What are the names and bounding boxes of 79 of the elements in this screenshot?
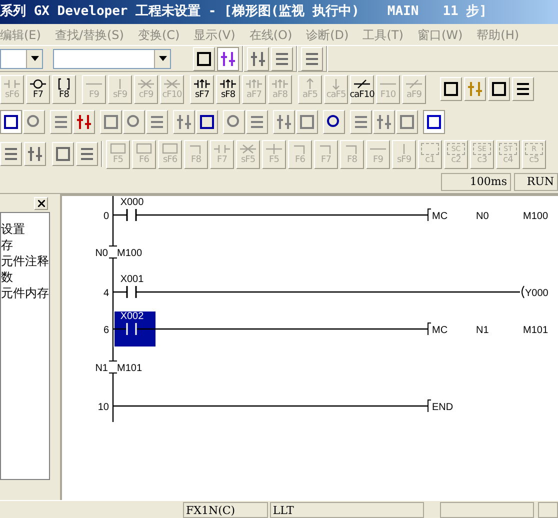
dropdown-field[interactable]: [0, 48, 43, 68]
step-number: 6: [103, 325, 109, 336]
close-button[interactable]: [34, 196, 48, 210]
instruction-bracket: [428, 208, 432, 222]
status-panel: [538, 502, 558, 518]
coil-bracket: [522, 286, 524, 298]
master-control-marker: [108, 246, 118, 258]
close-icon: [38, 200, 44, 206]
menu-item[interactable]: 编辑(E): [0, 26, 41, 44]
tree-item[interactable]: 元件注释: [1, 253, 49, 269]
function-key-button[interactable]: F8: [52, 74, 76, 104]
function-key-button[interactable]: sF8: [216, 74, 240, 104]
scan-time: 100ms: [441, 172, 511, 190]
nest-label: N1: [95, 363, 108, 374]
nest-label: N0: [95, 248, 108, 259]
step-list-icon[interactable]: [76, 142, 98, 166]
function-key-button[interactable]: caF10: [350, 74, 374, 104]
ladder-symbol-icon: [163, 78, 181, 90]
operand-label: M100: [523, 211, 548, 222]
ladder-symbol-icon: [265, 142, 283, 154]
function-key-button[interactable]: F7: [26, 74, 50, 104]
master-control-marker: [108, 360, 118, 374]
menu-item[interactable]: 工具(T): [362, 26, 404, 44]
instruction-name: Y000: [525, 288, 548, 299]
menu-item[interactable]: 帮助(H): [476, 26, 520, 44]
operand-label: N1: [476, 325, 489, 336]
instruction-name: MC: [432, 211, 448, 222]
dropdown-arrow-icon: [30, 56, 38, 61]
dropdown-arrow-icon: [158, 56, 166, 61]
instruction-bracket: [428, 400, 432, 412]
ladder-symbol-icon: [161, 142, 179, 154]
operand-label: N0: [476, 211, 489, 222]
program-name: MAIN: [387, 3, 419, 22]
mode-indicator: LLT: [270, 502, 424, 518]
ladder-symbol-icon: [193, 78, 211, 90]
menu-item[interactable]: 在线(O): [249, 26, 292, 44]
step-number: 0: [103, 211, 109, 222]
ladder-symbol-icon: [109, 142, 127, 154]
ladder-symbol-icon: [118, 78, 122, 90]
contact-label: X002: [120, 311, 144, 322]
dropdown-field[interactable]: [53, 48, 171, 68]
ladder-symbol-icon: [245, 78, 263, 90]
ladder-symbol-icon: [219, 78, 237, 90]
ladder-symbol-icon: [135, 142, 153, 154]
ladder-symbol-icon: [353, 78, 371, 90]
window-title: 系列 GX Developer 工程未设置 - [梯形图(监视 执行中): [0, 2, 360, 22]
instruction-name: END: [432, 402, 454, 413]
ladder-symbol-icon: [271, 78, 289, 90]
function-key-button[interactable]: sF7: [190, 74, 214, 104]
instruction-name: MC: [432, 325, 448, 336]
step-list-icon[interactable]: [0, 142, 22, 166]
ladder-symbol-icon: [29, 78, 47, 90]
ladder-symbol-icon: [402, 142, 406, 154]
menu-item[interactable]: 诊断(D): [306, 26, 349, 44]
tree-item[interactable]: 元件内存: [1, 285, 49, 301]
operand-label: M101: [523, 325, 548, 336]
relay-label: M101: [117, 363, 142, 374]
tree-item[interactable]: 设置: [1, 221, 49, 237]
ladder-symbol-icon: [3, 78, 21, 90]
relay-label: M100: [117, 248, 142, 259]
step-number: 10: [98, 402, 109, 413]
step-count: 11 步]: [442, 3, 487, 22]
tree-item[interactable]: 数: [1, 269, 49, 285]
tree-item[interactable]: 存: [1, 237, 49, 253]
cpu-status: RUN: [514, 172, 558, 190]
menu-item[interactable]: 查找/替换(S): [54, 26, 124, 44]
ladder-symbol-icon: [239, 142, 257, 154]
menu-item[interactable]: 变换(C): [138, 26, 180, 44]
menu-item[interactable]: 窗口(W): [417, 26, 463, 44]
ladder-symbol-icon: [405, 78, 423, 90]
contact-label: X001: [120, 274, 144, 285]
ladder-symbol-icon: [213, 142, 231, 154]
step-number: 4: [103, 288, 109, 299]
dashed-step-symbol: [421, 142, 439, 154]
contact-label: X000: [120, 197, 144, 208]
ladder-symbol-icon: [137, 78, 155, 90]
menu-item[interactable]: 显示(V): [194, 26, 236, 44]
plc-type: FX1N(C): [183, 502, 268, 518]
instruction-bracket: [428, 322, 432, 336]
